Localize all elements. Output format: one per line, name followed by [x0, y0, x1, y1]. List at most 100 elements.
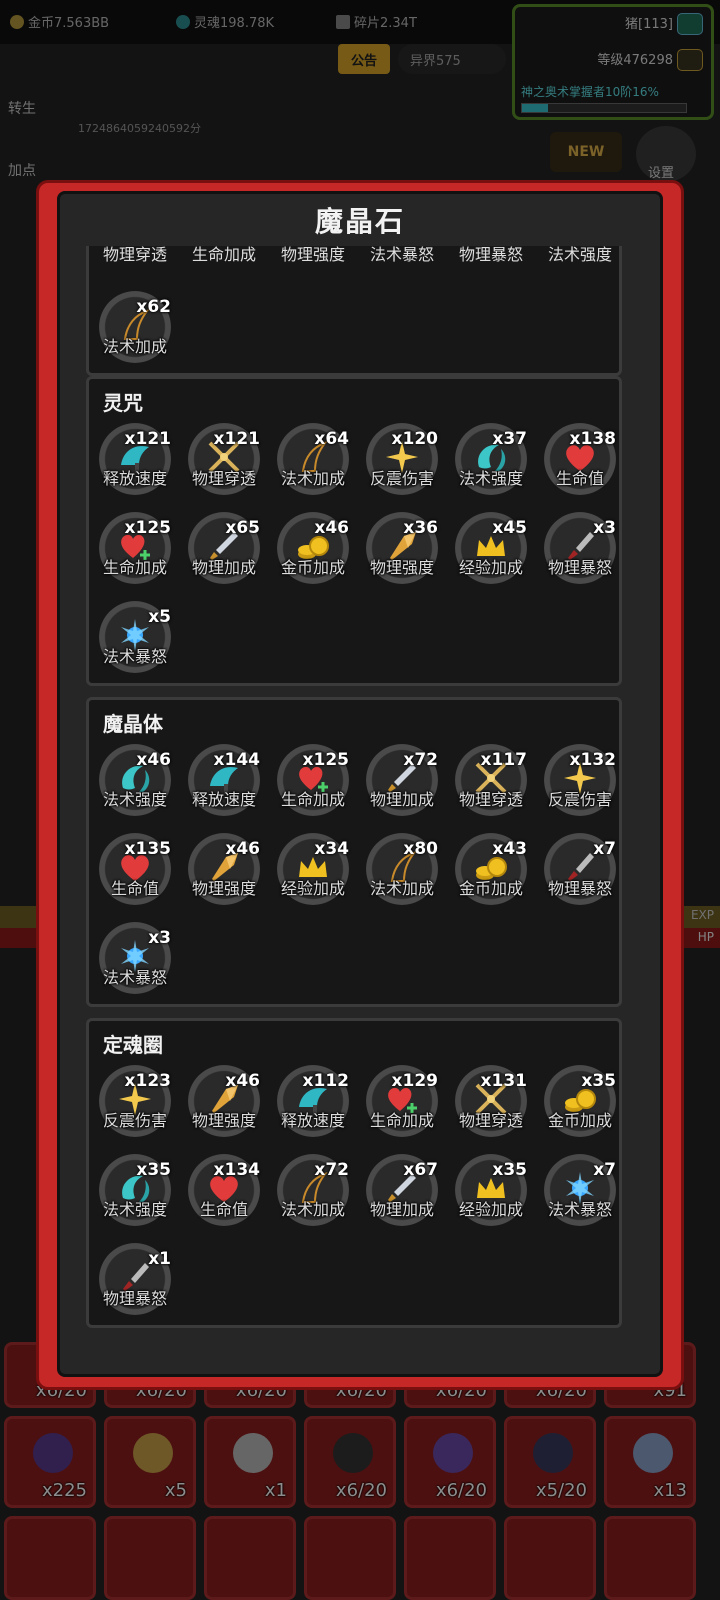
gem-item[interactable]: x64 法术加成	[273, 423, 353, 503]
gem-name: 物理暴怒	[547, 879, 612, 898]
gem-name: 金币加成	[458, 879, 523, 898]
gem-name: 生命值	[555, 469, 604, 488]
gem-item[interactable]: x117 物理穿透	[451, 744, 531, 824]
gem-name: 物理穿透	[458, 1111, 523, 1130]
gem-item[interactable]: x35 经验加成	[451, 1154, 531, 1234]
gem-quantity: x46	[136, 750, 171, 770]
gem-name: 生命值	[199, 1200, 248, 1219]
gem-name: 物理加成	[369, 790, 434, 809]
gem-item[interactable]: x120 反震伤害	[362, 423, 442, 503]
gem-quantity: x43	[492, 839, 527, 859]
gem-name: 释放速度	[102, 469, 167, 488]
gem-quantity: x45	[492, 518, 527, 538]
gem-name: 法术暴怒	[102, 647, 167, 666]
gem-name: 物理穿透	[458, 790, 523, 809]
gem-quantity: x46	[225, 839, 260, 859]
gem-section: 灵咒 x121 释放速度 x121 物理穿透 x64 法术加成 x120 反震伤害 x37 法术强度…	[86, 376, 622, 686]
gem-item[interactable]: x7 物理暴怒	[540, 833, 620, 913]
gem-item[interactable]: x5 法术暴怒	[95, 601, 175, 681]
gem-quantity: x120	[391, 429, 438, 449]
gem-item[interactable]: x46 法术强度	[95, 744, 175, 824]
gem-name: 释放速度	[191, 790, 256, 809]
gem-quantity: x125	[124, 518, 171, 538]
gem-name: 经验加成	[458, 558, 523, 577]
gem-item[interactable]: x36 物理强度	[362, 512, 442, 592]
gem-item[interactable]: x123 反震伤害	[95, 1065, 175, 1145]
gem-quantity: x144	[213, 750, 260, 770]
gem-item[interactable]: x46 物理强度	[184, 833, 264, 913]
gem-name: 生命加成	[369, 1111, 434, 1130]
gem-quantity: x3	[593, 518, 616, 538]
gem-quantity: x46	[314, 518, 349, 538]
gem-name: 法术暴怒	[102, 968, 167, 987]
gem-quantity: x132	[569, 750, 616, 770]
gem-quantity: x121	[213, 429, 260, 449]
gem-item[interactable]: x46 金币加成	[273, 512, 353, 592]
gem-item[interactable]: x121 释放速度	[95, 423, 175, 503]
gem-item[interactable]: x129 生命加成	[362, 1065, 442, 1145]
gem-item[interactable]: x3 物理暴怒	[540, 512, 620, 592]
gem-quantity: x35	[581, 1071, 616, 1091]
section-title: 魔晶体	[103, 712, 163, 736]
gem-name: 法术加成	[369, 879, 434, 898]
gem-quantity: x64	[314, 429, 349, 449]
gem-item[interactable]: x37 法术强度	[451, 423, 531, 503]
gem-name: 物理强度	[280, 246, 345, 264]
gem-name: 金币加成	[280, 558, 345, 577]
gem-item[interactable]: x7 法术暴怒	[540, 1154, 620, 1234]
gem-item[interactable]: x45 经验加成	[451, 512, 531, 592]
gem-item[interactable]: x35 金币加成	[540, 1065, 620, 1145]
modal-title: 魔晶石	[314, 205, 405, 238]
gem-quantity: x112	[302, 1071, 349, 1091]
gem-name: 法术加成	[280, 469, 345, 488]
gem-quantity: x65	[225, 518, 260, 538]
gem-name: 法术强度	[102, 790, 167, 809]
gem-item[interactable]: x46 物理强度	[184, 1065, 264, 1145]
gem-item[interactable]: x135 生命值	[95, 833, 175, 913]
gem-item[interactable]: x125 生命加成	[273, 744, 353, 824]
gem-item[interactable]: x112 释放速度	[273, 1065, 353, 1145]
gem-modal-panel: 魔晶石 物理穿透 生命加成 物理强度 法术暴怒 物理暴怒 法术强度 x62 法术加成 灵咒 x12…	[57, 191, 663, 1377]
gem-name: 物理暴怒	[458, 246, 523, 264]
gem-item[interactable]: x134 生命值	[184, 1154, 264, 1234]
gem-section: 定魂圈 x123 反震伤害 x46 物理强度 x112 释放速度 x129 生命加成 x131 物理…	[86, 1018, 622, 1328]
gem-item[interactable]: x72 物理加成	[362, 744, 442, 824]
gem-item[interactable]: x125 生命加成	[95, 512, 175, 592]
gem-item[interactable]: x131 物理穿透	[451, 1065, 531, 1145]
gem-item[interactable]: x65 物理加成	[184, 512, 264, 592]
gem-name: 物理强度	[191, 879, 256, 898]
gem-name: 生命加成	[280, 790, 345, 809]
gem-item[interactable]: x34 经验加成	[273, 833, 353, 913]
gem-name: 物理穿透	[191, 469, 256, 488]
gem-scroll-list[interactable]: 物理穿透 生命加成 物理强度 法术暴怒 物理暴怒 法术强度 x62 法术加成 灵咒 x121 释放速…	[72, 246, 648, 1366]
gem-item[interactable]: x67 物理加成	[362, 1154, 442, 1234]
gem-name: 法术强度	[547, 246, 612, 264]
gem-name: 法术强度	[102, 1200, 167, 1219]
gem-quantity: x135	[124, 839, 171, 859]
gem-item[interactable]: x80 法术加成	[362, 833, 442, 913]
section-title: 定魂圈	[103, 1033, 163, 1057]
gem-item[interactable]: x43 金币加成	[451, 833, 531, 913]
gem-name: 法术暴怒	[369, 246, 434, 264]
gem-quantity: x138	[569, 429, 616, 449]
gem-item[interactable]: x138 生命值	[540, 423, 620, 503]
gem-item[interactable]: x144 释放速度	[184, 744, 264, 824]
gem-name: 法术加成	[102, 337, 167, 356]
gem-item[interactable]: x3 法术暴怒	[95, 922, 175, 1002]
gem-item[interactable]: x132 反震伤害	[540, 744, 620, 824]
gem-quantity: x34	[314, 839, 349, 859]
gem-name: 物理强度	[191, 1111, 256, 1130]
gem-quantity: x62	[136, 297, 171, 317]
gem-item[interactable]: x62 法术加成	[95, 291, 175, 371]
gem-item[interactable]: x1 物理暴怒	[95, 1243, 175, 1323]
gem-quantity: x125	[302, 750, 349, 770]
gem-name: 物理加成	[191, 558, 256, 577]
gem-name: 反震伤害	[369, 469, 434, 488]
gem-item[interactable]: x72 法术加成	[273, 1154, 353, 1234]
gem-quantity: x134	[213, 1160, 260, 1180]
gem-quantity: x35	[136, 1160, 171, 1180]
gem-modal: 魔晶石 物理穿透 生命加成 物理强度 法术暴怒 物理暴怒 法术强度 x62 法术加成 灵咒 x12…	[36, 180, 684, 1390]
gem-item[interactable]: x35 法术强度	[95, 1154, 175, 1234]
gem-quantity: x1	[148, 1249, 171, 1269]
gem-item[interactable]: x121 物理穿透	[184, 423, 264, 503]
